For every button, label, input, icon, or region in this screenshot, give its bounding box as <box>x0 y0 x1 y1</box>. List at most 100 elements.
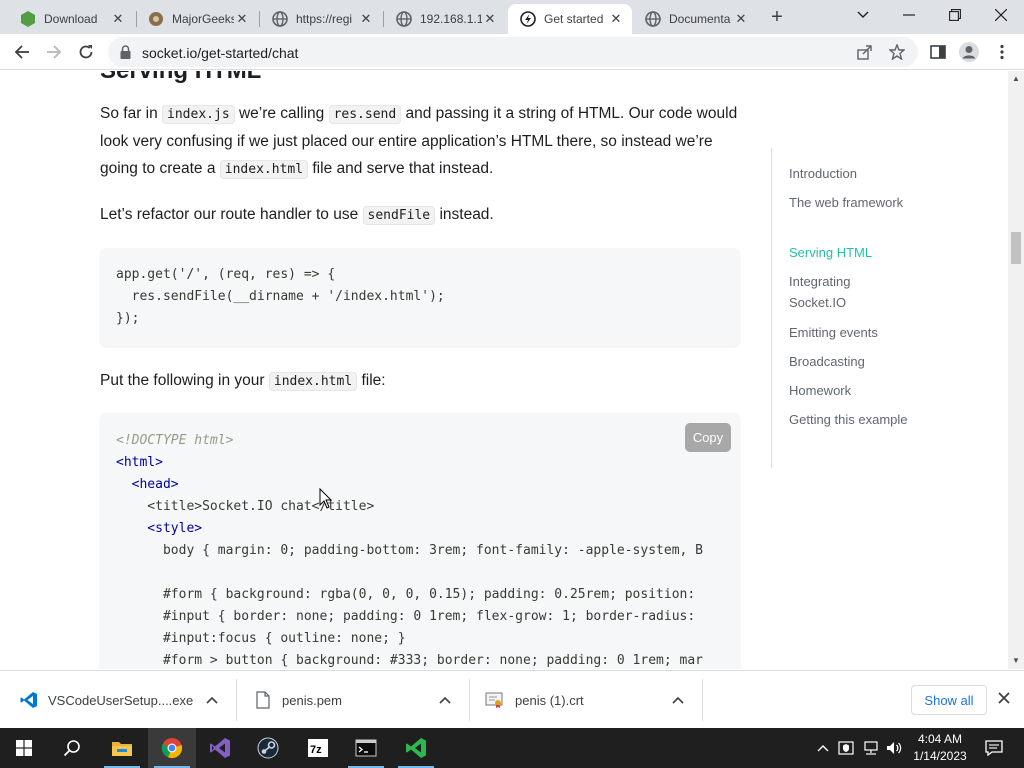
windows-start-icon[interactable] <box>0 728 48 768</box>
code-block-route[interactable]: app.get('/', (req, res) => { res.sendFil… <box>100 248 740 346</box>
tab-search-icon[interactable] <box>840 0 886 30</box>
code-line: app.get('/', (req, res) => { <box>116 267 336 282</box>
text: we’re calling <box>234 105 329 122</box>
clock-time: 4:04 AM <box>917 732 963 746</box>
address-bar[interactable]: socket.io/get-started/chat <box>108 37 918 67</box>
download-filename: penis.pem <box>282 692 342 708</box>
toc-item-homework[interactable]: Homework <box>789 380 909 401</box>
toc-item-emitting-events[interactable]: Emitting events <box>789 322 909 343</box>
bookmark-star-icon[interactable] <box>888 43 906 61</box>
tab-get-started[interactable]: Get started ✕ <box>508 4 632 34</box>
chrome-icon[interactable] <box>148 728 196 768</box>
text: file: <box>357 372 386 389</box>
code-line: <html> <box>116 455 163 470</box>
share-icon[interactable] <box>856 43 874 61</box>
chevron-up-icon[interactable] <box>439 693 451 707</box>
code-line: #form { background: rgba(0, 0, 0, 0.15);… <box>116 587 696 602</box>
restore-button[interactable] <box>932 0 978 30</box>
browser-toolbar: socket.io/get-started/chat <box>0 34 1024 70</box>
search-icon[interactable] <box>48 728 96 768</box>
page-scrollbar[interactable]: ▲ ▼ <box>1008 71 1024 669</box>
menu-icon[interactable] <box>988 38 1016 66</box>
notification-icon[interactable] <box>980 728 1008 768</box>
new-tab-button[interactable]: + <box>766 7 788 29</box>
paragraph-refactor: Let’s refactor our route handler to use … <box>100 201 750 229</box>
visual-studio-icon[interactable] <box>196 728 244 768</box>
security-shield-icon[interactable] <box>836 728 856 768</box>
taskbar-clock[interactable]: 4:04 AM 1/14/2023 <box>904 731 976 765</box>
volume-icon[interactable] <box>884 728 904 768</box>
code-line: #input { border: none; padding: 0 1rem; … <box>116 609 696 624</box>
majorgeeks-icon <box>148 11 164 27</box>
tab-regi[interactable]: https://regi ✕ <box>260 4 382 34</box>
clock-date: 1/14/2023 <box>913 749 967 763</box>
lock-icon[interactable] <box>120 45 131 64</box>
inline-code: sendFile <box>362 206 436 225</box>
toc-item-serving-html[interactable]: Serving HTML <box>789 242 909 263</box>
window-close-button[interactable] <box>978 0 1024 30</box>
download-item-pem[interactable]: penis.pem <box>237 671 469 729</box>
code-block-html[interactable]: <!DOCTYPE html> <html> <head> <title>Soc… <box>100 413 740 669</box>
download-filename: penis (1).crt <box>515 692 584 708</box>
globe-icon <box>645 11 661 27</box>
show-all-button[interactable]: Show all <box>911 685 987 715</box>
file-explorer-icon[interactable] <box>98 728 146 768</box>
url-text: socket.io/get-started/chat <box>142 45 299 61</box>
download-item-vscode[interactable]: VSCodeUserSetup....exe <box>0 671 236 729</box>
tab-router[interactable]: 192.168.1.1 ✕ <box>384 4 506 34</box>
toc-item-integrating[interactable]: Integrating Socket.IO <box>789 271 909 313</box>
forward-button[interactable] <box>40 38 68 66</box>
reload-button[interactable] <box>72 38 100 66</box>
download-item-crt[interactable]: penis (1).crt <box>470 671 702 729</box>
back-button[interactable] <box>8 38 36 66</box>
close-icon[interactable]: ✕ <box>110 11 126 27</box>
inline-code: index.html <box>268 372 358 391</box>
text: So far in <box>100 105 163 122</box>
table-of-contents: Introduction The web framework Serving H… <box>771 148 921 468</box>
profile-avatar[interactable] <box>955 38 983 66</box>
toc-item-getting-example[interactable]: Getting this example <box>789 409 909 430</box>
section-heading: Serving HTML <box>100 71 261 85</box>
inline-code: index.html <box>219 160 309 179</box>
tab-label: Documenta <box>669 12 731 26</box>
tray-chevron-up-icon[interactable] <box>814 728 832 768</box>
tab-label: Get started <box>544 12 604 26</box>
close-icon[interactable]: ✕ <box>482 11 498 27</box>
code-line: <title>Socket.IO chat</title> <box>116 499 375 514</box>
close-icon[interactable]: ✕ <box>608 11 624 27</box>
code-line: res.sendFile(__dirname + '/index.html'); <box>116 289 445 304</box>
toc-item-introduction[interactable]: Introduction <box>789 163 909 184</box>
file-icon <box>254 691 272 709</box>
scroll-down-icon[interactable]: ▼ <box>1008 655 1024 667</box>
code-line: body { margin: 0; padding-bottom: 3rem; … <box>116 543 703 558</box>
minimize-button[interactable] <box>886 0 932 30</box>
vscode-icon[interactable] <box>392 728 440 768</box>
inline-code: res.send <box>328 105 402 124</box>
code-line: #input:focus { outline: none; } <box>116 631 406 646</box>
close-icon[interactable]: ✕ <box>358 11 374 27</box>
tab-strip: Download ✕ MajorGeeks ✕ https://regi ✕ 1… <box>0 0 1024 34</box>
certificate-icon <box>485 691 503 709</box>
toc-item-broadcasting[interactable]: Broadcasting <box>789 351 909 372</box>
tab-label: 192.168.1.1 <box>420 12 482 26</box>
chevron-up-icon[interactable] <box>206 693 218 707</box>
side-panel-icon[interactable] <box>924 38 952 66</box>
scroll-thumb[interactable] <box>1011 232 1021 264</box>
scroll-up-icon[interactable]: ▲ <box>1008 73 1024 85</box>
close-icon[interactable]: ✕ <box>234 11 250 27</box>
tab-majorgeeks[interactable]: MajorGeeks ✕ <box>136 4 258 34</box>
network-icon[interactable] <box>860 728 882 768</box>
text: instead. <box>435 206 494 223</box>
tab-label: Download <box>44 12 98 26</box>
terminal-icon[interactable] <box>342 728 390 768</box>
tab-documentation[interactable]: Documenta ✕ <box>633 4 757 34</box>
close-icon[interactable] <box>998 691 1010 709</box>
copy-button[interactable]: Copy <box>685 423 731 452</box>
toc-item-web-framework[interactable]: The web framework <box>789 192 909 213</box>
text: Let’s refactor our route handler to use <box>100 206 363 223</box>
steam-icon[interactable] <box>244 728 292 768</box>
close-icon[interactable]: ✕ <box>733 11 749 27</box>
chevron-up-icon[interactable] <box>672 693 684 707</box>
tab-download[interactable]: Download ✕ <box>8 4 134 34</box>
7zip-icon[interactable]: 7z <box>294 728 342 768</box>
